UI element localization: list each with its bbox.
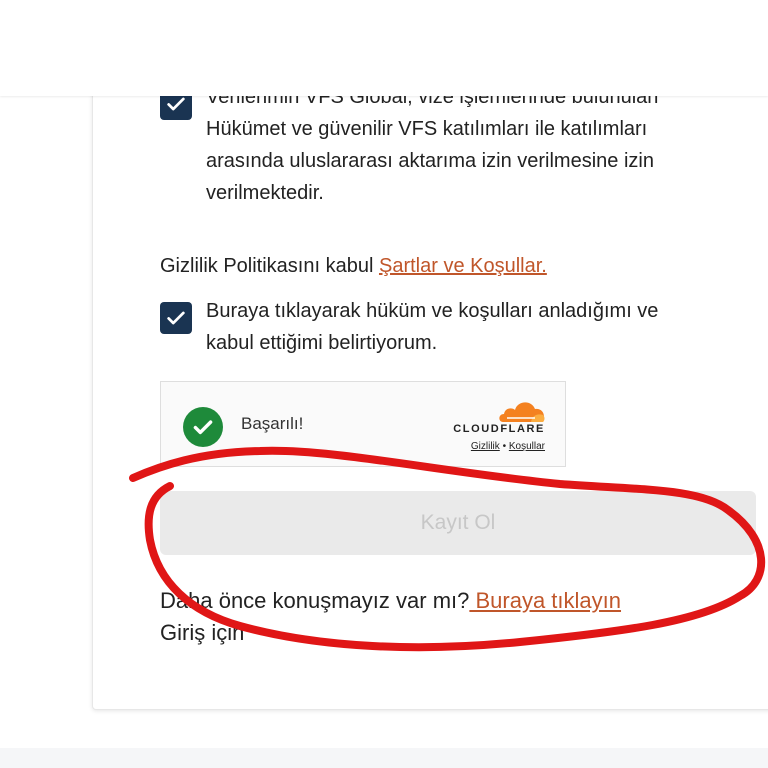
cloudflare-captcha-widget[interactable]: Başarılı! CLOUDFLARE Gizlilik • Koşullar xyxy=(160,381,566,467)
cloudflare-wordmark: CLOUDFLARE xyxy=(453,423,545,435)
consent-checkbox-terms[interactable] xyxy=(160,302,192,334)
terms-consent-text-line2: kabul ettiğimi belirtiyorum. xyxy=(206,332,438,354)
cloud-icon xyxy=(499,402,545,422)
page-footer-strip xyxy=(0,748,768,768)
login-prompt: Daha önce konuşmayız var mı? Buraya tıkl… xyxy=(160,585,720,649)
privacy-policy-label: Gizlilik Politikasını kabul xyxy=(160,255,374,277)
data-transfer-text-line1: Hükümet ve güvenilir VFS katılımları ile… xyxy=(206,118,648,140)
checkmark-icon xyxy=(167,311,185,325)
terms-consent-text-line1: Buraya tıklayarak hüküm ve koşulları anl… xyxy=(206,300,659,322)
login-link[interactable]: Buraya tıklayın xyxy=(469,588,621,613)
captcha-link-separator: • xyxy=(502,441,507,452)
captcha-terms-link[interactable]: Koşullar xyxy=(509,441,545,452)
login-question-text: Daha önce konuşmayız var mı? xyxy=(160,588,470,613)
captcha-footer-links: Gizlilik • Koşullar xyxy=(471,441,545,452)
privacy-policy-line: Gizlilik Politikasını kabul Şartlar ve K… xyxy=(160,250,547,282)
register-button[interactable]: Kayıt Ol xyxy=(160,491,756,555)
checkmark-icon xyxy=(167,97,185,111)
success-check-icon xyxy=(183,407,223,447)
captcha-status-text: Başarılı! xyxy=(241,414,304,433)
terms-and-conditions-link[interactable]: Şartlar ve Koşullar. xyxy=(379,255,547,277)
login-suffix-text: Giriş için xyxy=(160,620,245,645)
captcha-privacy-link[interactable]: Gizlilik xyxy=(471,441,500,452)
data-transfer-text-line2: arasında uluslararası aktarıma izin veri… xyxy=(206,150,654,172)
data-transfer-text-line3: verilmektedir. xyxy=(206,182,324,204)
top-header-bar xyxy=(0,0,768,96)
